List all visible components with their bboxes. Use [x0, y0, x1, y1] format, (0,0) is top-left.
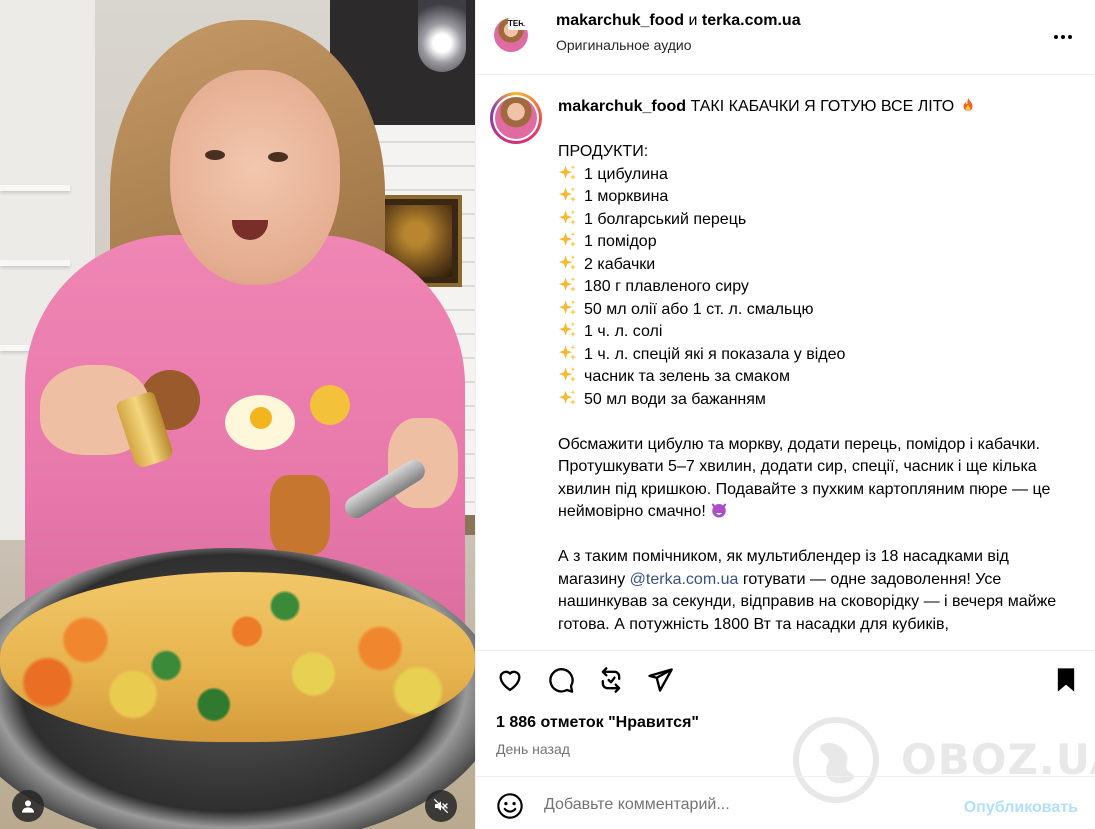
likes-count[interactable]: 1 886 отметок "Нравится": [496, 714, 699, 732]
post-time[interactable]: День назад: [496, 741, 570, 757]
heart-icon: [499, 670, 521, 692]
mute-button[interactable]: [425, 790, 457, 822]
ingredient-item: 180 г плавленого сиру: [558, 276, 1068, 299]
ingredient-text: 1 ч. л. солі: [584, 323, 663, 340]
post-actions: [476, 650, 1095, 710]
fire-icon: [963, 97, 973, 111]
zucchini-dish: [0, 572, 475, 742]
ingredient-item: 50 мл олії або 1 ст. л. смальцю: [558, 299, 1068, 322]
publish-button[interactable]: Опубликовать: [964, 799, 1078, 817]
ingredient-text: 1 ч. л. спецій які я показала у відео: [584, 345, 846, 363]
ingredient-text: 1 цибулина: [584, 165, 668, 183]
recipe-instructions: Обсмажити цибулю та моркву, додати перец…: [558, 435, 1051, 521]
audio-link[interactable]: Оригинальное аудио: [556, 37, 692, 53]
sparkles-icon: [559, 186, 577, 203]
sparkles-icon: [559, 231, 577, 248]
post-video[interactable]: [0, 0, 475, 829]
pendant-lamp: [418, 0, 466, 72]
person-eye-right: [268, 152, 288, 162]
person-eye-left: [205, 150, 225, 160]
authors-conjunction: и: [688, 12, 698, 29]
more-options-button[interactable]: [1050, 24, 1076, 50]
person-hand-right: [388, 418, 458, 508]
caption-avatar-ring[interactable]: [490, 92, 542, 144]
post-header: TERKA makarchuk_food и terka.com.ua Ориг…: [476, 0, 1095, 75]
ingredient-text: 50 мл води за бажанням: [584, 390, 766, 408]
ingredient-text: 2 кабачки: [584, 255, 656, 273]
post-caption: makarchuk_food ТАКІ КАБАЧКИ Я ГОТУЮ ВСЕ …: [476, 76, 1095, 650]
comment-bar: Опубликовать: [476, 776, 1095, 829]
ingredient-item: 1 морквина: [558, 186, 1068, 209]
ingredient-text: часник та зелень за смаком: [584, 368, 790, 385]
ingredient-item: 1 помідор: [558, 231, 1068, 254]
sparkles-icon: [559, 164, 577, 180]
save-button[interactable]: [1049, 663, 1083, 697]
like-button[interactable]: [493, 663, 527, 697]
collaborator-username[interactable]: terka.com.ua: [702, 12, 801, 29]
avatar-brand-tag: TERKA: [508, 18, 528, 30]
post-authors: makarchuk_food и terka.com.ua: [556, 12, 801, 30]
ingredient-item: часник та зелень за смаком: [558, 366, 1068, 389]
ingredient-item: 1 цибулина: [558, 164, 1068, 187]
ingredient-item: 2 кабачки: [558, 254, 1068, 277]
ingredient-text: 50 мл олії або 1 ст. л. смальцю: [584, 300, 814, 318]
ingredient-item: 50 мл води за бажанням: [558, 389, 1068, 412]
bookmark-icon: [1057, 668, 1075, 692]
sparkles-icon: [559, 254, 577, 270]
heart-eyes-devil-icon: [712, 503, 727, 518]
comment-icon: [549, 668, 574, 693]
caption-author-avatar: [495, 97, 537, 139]
share-button[interactable]: [643, 663, 677, 697]
caption-title: ТАКІ КАБАЧКИ Я ГОТУЮ ВСЕ ЛІТО: [690, 98, 955, 115]
ingredient-item: 1 ч. л. солі: [558, 321, 1068, 344]
sparkles-icon: [559, 299, 577, 315]
person-face: [170, 70, 340, 285]
ingredient-item: 1 болгарський перець: [558, 209, 1068, 232]
send-icon: [648, 668, 673, 692]
emoji-picker-icon[interactable]: [496, 792, 524, 820]
sparkles-icon: [559, 321, 577, 338]
sparkles-icon: [559, 366, 577, 383]
mention-link[interactable]: @terka.com.ua: [630, 571, 739, 588]
comment-button[interactable]: [544, 663, 578, 697]
ingredient-text: 1 морквина: [584, 188, 669, 205]
repost-button[interactable]: [594, 663, 628, 697]
author-username[interactable]: makarchuk_food: [556, 12, 684, 29]
sparkles-icon: [559, 209, 577, 225]
sparkles-icon: [559, 389, 577, 405]
products-heading: ПРОДУКТИ:: [558, 143, 649, 160]
tagged-users-button[interactable]: [12, 790, 44, 822]
user-icon: [22, 800, 34, 813]
sparkles-icon: [559, 276, 577, 293]
ingredient-text: 180 г плавленого сиру: [584, 278, 749, 295]
ingredient-text: 1 помідор: [584, 233, 657, 250]
comment-input[interactable]: [544, 791, 944, 819]
caption-text: makarchuk_food ТАКІ КАБАЧКИ Я ГОТУЮ ВСЕ …: [558, 96, 1068, 636]
more-horizontal-icon: [1054, 35, 1072, 39]
sparkles-icon: [559, 344, 577, 360]
speaker-muted-icon: [433, 798, 449, 814]
post-details-panel: TERKA makarchuk_food и terka.com.ua Ориг…: [475, 0, 1095, 829]
caption-username[interactable]: makarchuk_food: [558, 98, 686, 115]
repost-icon: [601, 667, 621, 693]
ingredient-text: 1 болгарський перець: [584, 210, 747, 228]
author-avatar[interactable]: TERKA: [494, 18, 528, 52]
ingredient-item: 1 ч. л. спецій які я показала у відео: [558, 344, 1068, 367]
ingredient-list: 1 цибулина 1 морквина 1 болгарський перець…: [558, 164, 1068, 412]
